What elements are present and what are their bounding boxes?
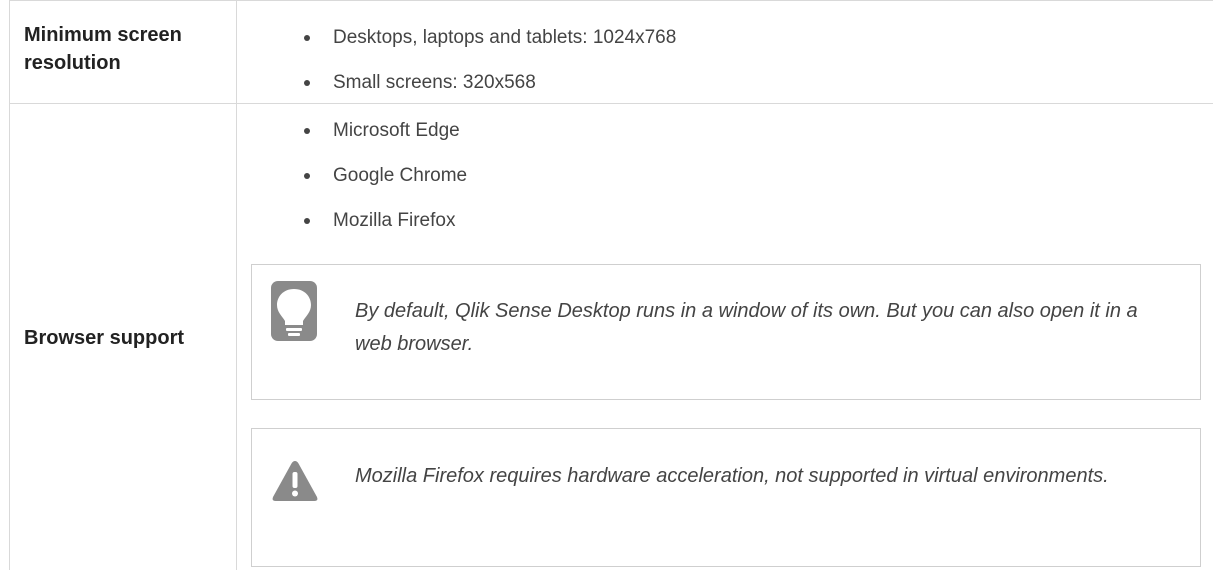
column-divider bbox=[236, 0, 237, 570]
list-item: Microsoft Edge bbox=[300, 120, 467, 142]
tip-note: By default, Qlik Sense Desktop runs in a… bbox=[251, 264, 1201, 400]
table-top-border bbox=[10, 0, 1213, 1]
warning-note: Mozilla Firefox requires hardware accele… bbox=[251, 428, 1201, 567]
resolution-list: Desktops, laptops and tablets: 1024x768 … bbox=[300, 27, 676, 117]
list-item: Small screens: 320x568 bbox=[300, 72, 676, 94]
list-item: Desktops, laptops and tablets: 1024x768 bbox=[300, 27, 676, 49]
lightbulb-icon bbox=[271, 281, 317, 346]
browser-list: Microsoft Edge Google Chrome Mozilla Fir… bbox=[300, 120, 467, 255]
list-item: Google Chrome bbox=[300, 165, 467, 187]
row-label-browser-support: Browser support bbox=[24, 327, 185, 349]
warning-icon bbox=[271, 459, 319, 508]
tip-text: By default, Qlik Sense Desktop runs in a… bbox=[355, 300, 1138, 355]
requirements-table: Minimum screen resolution Desktops, lapt… bbox=[9, 0, 1213, 570]
warning-text: Mozilla Firefox requires hardware accele… bbox=[355, 465, 1109, 487]
row-label-line: Minimum screen bbox=[24, 24, 182, 46]
row-label-min-resolution: Minimum screen resolution bbox=[24, 21, 182, 77]
list-item: Mozilla Firefox bbox=[300, 210, 467, 232]
row-label-line: resolution bbox=[24, 52, 121, 74]
